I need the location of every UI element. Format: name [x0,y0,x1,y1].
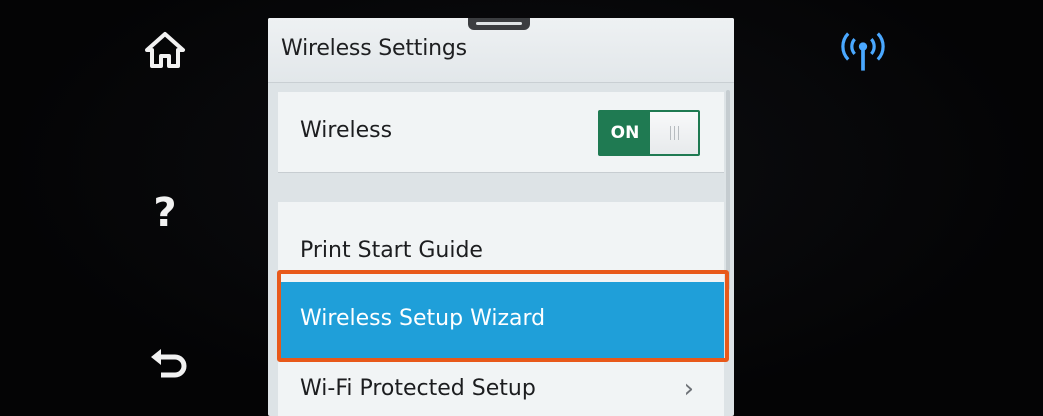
list-item-wireless-setup-wizard[interactable]: Wireless Setup Wizard [278,282,724,358]
wireless-status-button[interactable] [838,28,888,78]
help-button[interactable]: ? [140,188,190,238]
chevron-right-icon: › [683,374,694,404]
back-icon [151,349,187,378]
list-item-label: Wireless [300,118,393,143]
home-icon [145,32,185,68]
help-icon: ? [153,190,177,236]
list-item-wifi-protected-setup[interactable]: Wi-Fi Protected Setup › [278,360,724,416]
home-button[interactable] [140,25,190,75]
back-button[interactable] [142,340,192,390]
wireless-signal-icon [841,32,885,71]
wireless-toggle[interactable]: ON [598,110,700,156]
list-item-print-start-guide[interactable]: Print Start Guide [278,202,724,282]
printer-control-panel: ? Wireless Settings Wireless ON Print St… [0,0,1043,416]
list-item-label: Wireless Setup Wizard [300,306,546,331]
touch-screen: Wireless Settings Wireless ON Print Star… [268,18,734,416]
page-title: Wireless Settings [281,36,467,61]
toggle-state-label: ON [600,112,650,154]
list-item-label: Wi-Fi Protected Setup [300,376,536,401]
list-item-wireless[interactable]: Wireless ON [278,92,724,172]
dashboard-pull-tab[interactable] [468,18,530,30]
scrollbar[interactable] [726,90,730,290]
toggle-knob [650,112,698,154]
list-item-label: Print Start Guide [300,238,483,263]
